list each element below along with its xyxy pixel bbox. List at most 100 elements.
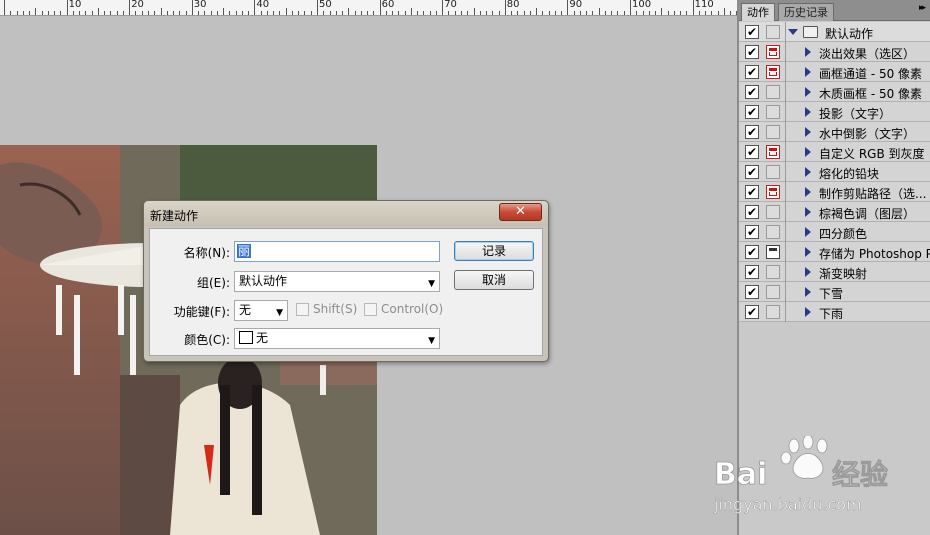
ruler-minor-tick [354, 11, 356, 15]
expand-triangle-icon[interactable] [805, 207, 811, 217]
toggle-checkbox[interactable]: ✔ [745, 245, 759, 259]
toggle-checkbox[interactable]: ✔ [745, 165, 759, 179]
tab-history[interactable]: 历史记录 [778, 3, 834, 21]
dialog-toggle[interactable] [766, 305, 780, 319]
ruler-minor-tick [673, 11, 675, 15]
record-button[interactable]: 记录 [454, 241, 534, 261]
action-row[interactable]: ✔ 木质画框 - 50 像素 [739, 82, 930, 102]
expand-triangle-icon[interactable] [805, 147, 811, 157]
toggle-checkbox[interactable]: ✔ [745, 105, 759, 119]
shift-checkbox[interactable] [296, 303, 309, 316]
panel-menu-icon[interactable]: ▸▸ [919, 3, 926, 13]
action-row[interactable]: ✔ 画框通道 - 50 像素 [739, 62, 930, 82]
toggle-checkbox[interactable]: ✔ [745, 225, 759, 239]
toggle-checkbox[interactable]: ✔ [745, 25, 759, 39]
dialog-toggle[interactable] [766, 265, 780, 279]
toggle-checkbox[interactable]: ✔ [745, 125, 759, 139]
dialog-toggle[interactable] [766, 65, 780, 79]
toggle-checkbox[interactable]: ✔ [745, 185, 759, 199]
action-row[interactable]: ✔ 制作剪贴路径（选... [739, 182, 930, 202]
control-checkbox[interactable] [364, 303, 377, 316]
dialog-toggle[interactable] [766, 285, 780, 299]
dialog-toggle[interactable] [766, 165, 780, 179]
expand-triangle-icon[interactable] [805, 67, 811, 77]
dialog-toggle[interactable] [766, 85, 780, 99]
toggle-checkbox[interactable]: ✔ [745, 265, 759, 279]
dialog-toggle[interactable] [766, 45, 780, 59]
watermark-brand-right: 经验 [832, 458, 888, 491]
toggle-checkbox[interactable]: ✔ [745, 145, 759, 159]
divider [785, 282, 786, 302]
expand-triangle-icon[interactable] [805, 187, 811, 197]
dialog-toggle[interactable] [766, 185, 780, 199]
dialog-toggle[interactable] [766, 25, 780, 39]
ruler-minor-tick [204, 11, 206, 15]
expand-triangle-icon[interactable] [805, 267, 811, 277]
dialog-titlebar[interactable]: 新建动作 ✕ [144, 201, 548, 226]
action-row[interactable]: ✔ 熔化的铅块 [739, 162, 930, 182]
action-row[interactable]: ✔ 投影（文字） [739, 102, 930, 122]
ruler-label: 10 [68, 0, 82, 10]
ruler-minor-tick [435, 11, 437, 15]
expand-triangle-icon[interactable] [788, 29, 798, 35]
divider [785, 162, 786, 182]
ruler-tick [504, 0, 506, 15]
expand-triangle-icon[interactable] [805, 167, 811, 177]
close-button[interactable]: ✕ [499, 203, 542, 221]
dialog-toggle[interactable] [766, 125, 780, 139]
toggle-checkbox[interactable]: ✔ [745, 285, 759, 299]
dialog-toggle[interactable] [766, 105, 780, 119]
dialog-toggle[interactable] [766, 145, 780, 159]
ruler-minor-tick [730, 11, 732, 15]
toggle-checkbox[interactable]: ✔ [745, 205, 759, 219]
toggle-checkbox[interactable]: ✔ [745, 65, 759, 79]
expand-triangle-icon[interactable] [805, 307, 811, 317]
action-row[interactable]: ✔ 下雪 [739, 282, 930, 302]
tab-actions[interactable]: 动作 [741, 3, 775, 21]
toggle-checkbox[interactable]: ✔ [745, 305, 759, 319]
expand-triangle-icon[interactable] [805, 247, 811, 257]
ruler-minor-tick [392, 11, 394, 15]
dropdown-arrow-icon: ▼ [428, 279, 435, 289]
divider [785, 142, 786, 162]
group-select[interactable]: 默认动作 ▼ [234, 271, 440, 292]
expand-triangle-icon[interactable] [805, 87, 811, 97]
ruler-label: 100 [632, 0, 652, 10]
action-row[interactable]: ✔ 渐变映射 [739, 262, 930, 282]
action-label: 棕褐色调（图层） [819, 207, 916, 221]
action-row[interactable]: ✔ 存储为 Photoshop P... [739, 242, 930, 262]
ruler-tick [129, 0, 131, 15]
expand-triangle-icon[interactable] [805, 227, 811, 237]
control-label: Control(O) [381, 302, 444, 316]
action-row[interactable]: ✔ 四分颜色 [739, 222, 930, 242]
action-row[interactable]: ✔ 淡出效果（选区） [739, 42, 930, 62]
cancel-button[interactable]: 取消 [454, 270, 534, 290]
action-set-row[interactable]: ✔ 默认动作 [739, 22, 930, 42]
ruler-minor-tick [104, 11, 106, 15]
expand-triangle-icon[interactable] [805, 287, 811, 297]
dialog-toggle[interactable] [766, 245, 780, 259]
action-row[interactable]: ✔ 自定义 RGB 到灰度 [739, 142, 930, 162]
expand-triangle-icon[interactable] [805, 107, 811, 117]
action-row[interactable]: ✔ 棕褐色调（图层） [739, 202, 930, 222]
toggle-checkbox[interactable]: ✔ [745, 45, 759, 59]
ruler-minor-tick [335, 11, 337, 15]
expand-triangle-icon[interactable] [805, 127, 811, 137]
name-input[interactable]: 丽 [234, 241, 440, 262]
function-key-select[interactable]: 无 ▼ [234, 300, 288, 321]
ruler-minor-tick [611, 11, 613, 15]
toggle-checkbox[interactable]: ✔ [745, 85, 759, 99]
action-row[interactable]: ✔ 水中倒影（文字） [739, 122, 930, 142]
action-row[interactable]: ✔ 下雨 [739, 302, 930, 322]
dialog-toggle[interactable] [766, 205, 780, 219]
divider [785, 122, 786, 142]
color-select[interactable]: 无 ▼ [234, 328, 440, 349]
dialog-toggle[interactable] [766, 225, 780, 239]
ruler-minor-tick [598, 8, 600, 15]
ruler-minor-tick [35, 8, 37, 15]
ruler-label: 20 [131, 0, 144, 10]
folder-icon [803, 26, 818, 38]
ruler-minor-tick [586, 11, 588, 15]
expand-triangle-icon[interactable] [805, 47, 811, 57]
ruler-minor-tick [91, 11, 93, 15]
